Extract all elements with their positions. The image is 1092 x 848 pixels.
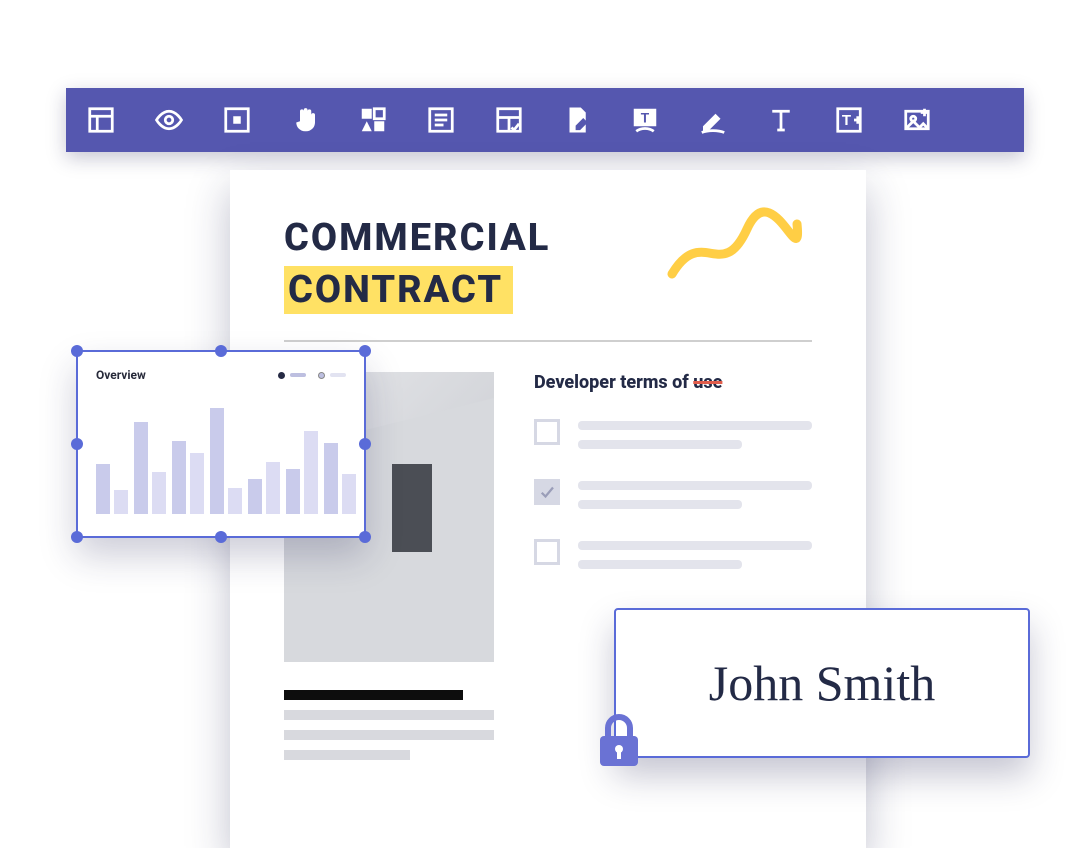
checklist bbox=[534, 419, 812, 569]
resize-handle[interactable] bbox=[359, 438, 371, 450]
resize-handle[interactable] bbox=[71, 438, 83, 450]
checkbox-unchecked-icon[interactable] bbox=[534, 419, 560, 445]
signature-field[interactable]: John Smith bbox=[614, 608, 1030, 758]
section-heading-text: Developer terms of bbox=[534, 372, 693, 393]
checklist-item[interactable] bbox=[534, 539, 812, 569]
divider bbox=[284, 340, 812, 342]
eye-icon[interactable] bbox=[152, 103, 186, 137]
legend-item bbox=[318, 372, 346, 379]
select-all-icon[interactable] bbox=[424, 103, 458, 137]
pen-icon[interactable] bbox=[696, 103, 730, 137]
checklist-item[interactable] bbox=[534, 419, 812, 449]
checkbox-unchecked-icon[interactable] bbox=[534, 539, 560, 565]
hand-icon[interactable] bbox=[288, 103, 322, 137]
chart-widget[interactable]: Overview bbox=[76, 350, 366, 538]
svg-text:T: T bbox=[641, 111, 650, 126]
doc-title-highlight: CONTRACT bbox=[284, 266, 513, 314]
editor-toolbar: T T bbox=[66, 88, 1024, 152]
chart-legend bbox=[278, 372, 346, 379]
chart-title: Overview bbox=[96, 368, 146, 382]
doc-title-line2: CONTRACT bbox=[288, 268, 503, 312]
svg-text:T: T bbox=[842, 112, 851, 129]
resize-handle[interactable] bbox=[215, 345, 227, 357]
checkbox-checked-icon[interactable] bbox=[534, 479, 560, 505]
signature-text: John Smith bbox=[709, 654, 935, 712]
resize-handle[interactable] bbox=[359, 531, 371, 543]
edit-page-icon[interactable] bbox=[560, 103, 594, 137]
lock-icon bbox=[596, 714, 642, 768]
table-icon[interactable] bbox=[492, 103, 526, 137]
shapes-icon[interactable] bbox=[356, 103, 390, 137]
chart-bars bbox=[96, 396, 346, 514]
checklist-item[interactable] bbox=[534, 479, 812, 509]
struck-text: use bbox=[693, 372, 722, 393]
text-box-icon[interactable]: T bbox=[628, 103, 662, 137]
fullscreen-icon[interactable] bbox=[220, 103, 254, 137]
resize-handle[interactable] bbox=[215, 531, 227, 543]
resize-handle[interactable] bbox=[359, 345, 371, 357]
highlighter-scribble-icon bbox=[662, 204, 812, 294]
resize-handle[interactable] bbox=[71, 345, 83, 357]
text-icon[interactable] bbox=[764, 103, 798, 137]
image-caption-placeholder bbox=[284, 690, 494, 770]
resize-handle[interactable] bbox=[71, 531, 83, 543]
legend-item bbox=[278, 372, 306, 379]
layout-panel-icon[interactable] bbox=[84, 103, 118, 137]
add-text-icon[interactable]: T bbox=[832, 103, 866, 137]
add-image-icon[interactable] bbox=[900, 103, 934, 137]
section-heading: Developer terms of use bbox=[534, 372, 812, 393]
